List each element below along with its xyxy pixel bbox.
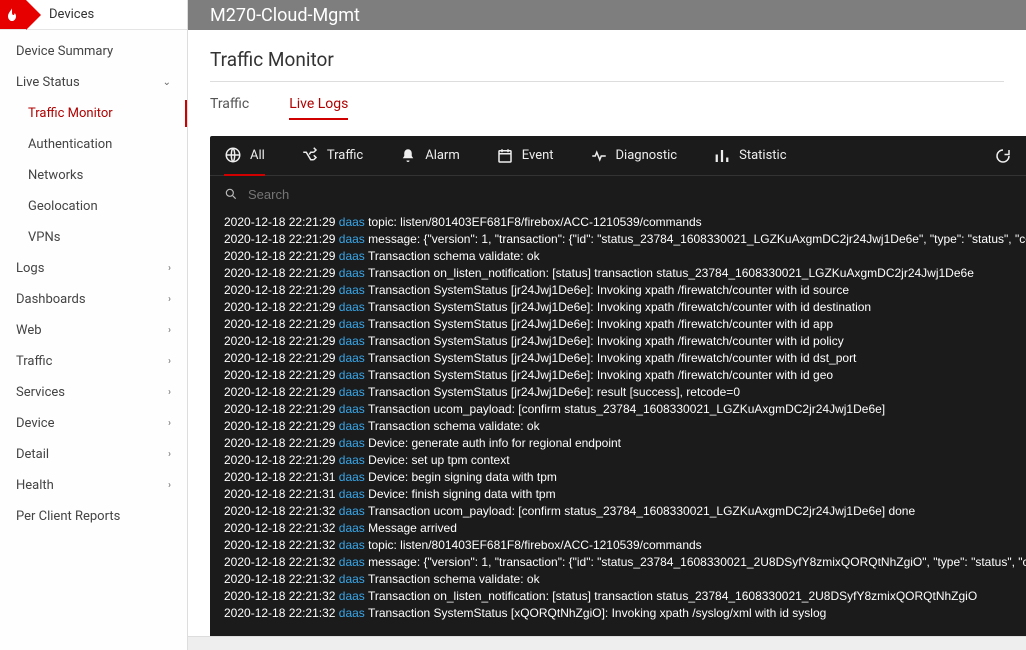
chevron-right-icon: › — [168, 480, 171, 491]
page-title-bar: M270-Cloud-Mgmt — [188, 0, 1026, 30]
nav-device-summary[interactable]: Device Summary — [0, 36, 187, 67]
nav-services[interactable]: Services› — [0, 377, 187, 408]
nav: Device Summary Live Status⌄ Traffic Moni… — [0, 30, 187, 532]
log-line: 2020-12-18 22:21:29 daas Device: generat… — [224, 435, 1026, 452]
log-tab-alarm-label: Alarm — [425, 148, 460, 163]
nav-authentication[interactable]: Authentication — [0, 129, 187, 160]
nav-live-status[interactable]: Live Status⌄ — [0, 67, 187, 98]
log-line: 2020-12-18 22:21:32 daas Transaction Sys… — [224, 605, 1026, 622]
chevron-right-icon: › — [168, 418, 171, 429]
log-tab-traffic-label: Traffic — [327, 148, 363, 163]
log-tab-all-label: All — [250, 148, 265, 163]
log-line: 2020-12-18 22:21:29 daas Transaction Sys… — [224, 333, 1026, 350]
log-tab-statistic-label: Statistic — [739, 148, 786, 163]
log-tab-diagnostic[interactable]: Diagnostic — [590, 137, 678, 175]
nav-geolocation[interactable]: Geolocation — [0, 191, 187, 222]
breadcrumb[interactable]: Devices — [41, 0, 94, 29]
nav-vpns[interactable]: VPNs — [0, 222, 187, 253]
calendar-icon — [496, 147, 514, 165]
sidebar: Devices Device Summary Live Status⌄ Traf… — [0, 0, 188, 650]
bell-icon — [399, 147, 417, 165]
log-search — [210, 176, 1026, 212]
chevron-right-icon: › — [168, 263, 171, 274]
refresh-icon — [994, 147, 1012, 165]
nav-health[interactable]: Health› — [0, 470, 187, 501]
bar-chart-icon — [713, 147, 731, 165]
logo[interactable] — [0, 0, 26, 29]
log-tab-diagnostic-label: Diagnostic — [616, 148, 678, 163]
heartbeat-icon — [590, 147, 608, 165]
log-line: 2020-12-18 22:21:32 daas Transaction sch… — [224, 571, 1026, 588]
log-line: 2020-12-18 22:21:32 daas Message arrived — [224, 520, 1026, 537]
search-input[interactable] — [248, 187, 1012, 202]
log-line: 2020-12-18 22:21:29 daas Transaction on_… — [224, 265, 1026, 282]
log-tab-all[interactable]: All — [224, 136, 265, 176]
log-line: 2020-12-18 22:21:29 daas Transaction Sys… — [224, 384, 1026, 401]
sidebar-top: Devices — [0, 0, 187, 30]
nav-logs[interactable]: Logs› — [0, 253, 187, 284]
chevron-right-icon: › — [168, 294, 171, 305]
log-line: 2020-12-18 22:21:31 daas Device: begin s… — [224, 469, 1026, 486]
log-line: 2020-12-18 22:21:32 daas message: {"vers… — [224, 554, 1026, 571]
nav-dashboards[interactable]: Dashboards› — [0, 284, 187, 315]
chevron-right-icon: › — [168, 325, 171, 336]
tab-live-logs[interactable]: Live Logs — [289, 96, 348, 120]
log-line: 2020-12-18 22:21:29 daas topic: listen/8… — [224, 214, 1026, 231]
log-panel: All Traffic Alarm Event Diagnostic — [210, 136, 1026, 636]
log-line: 2020-12-18 22:21:32 daas Transaction uco… — [224, 503, 1026, 520]
shuffle-icon — [301, 147, 319, 165]
chevron-right-icon: › — [168, 449, 171, 460]
log-line: 2020-12-18 22:21:29 daas Device: set up … — [224, 452, 1026, 469]
log-line: 2020-12-18 22:21:29 daas Transaction Sys… — [224, 299, 1026, 316]
chevron-down-icon: ⌄ — [163, 77, 171, 88]
log-line: 2020-12-18 22:21:29 daas Transaction Sys… — [224, 367, 1026, 384]
chevron-right-icon: › — [168, 356, 171, 367]
log-tab-alarm[interactable]: Alarm — [399, 137, 460, 175]
nav-per-client-reports[interactable]: Per Client Reports — [0, 501, 187, 532]
log-list[interactable]: 2020-12-18 22:21:29 daas topic: listen/8… — [210, 212, 1026, 636]
refresh-button[interactable] — [994, 147, 1012, 169]
log-line: 2020-12-18 22:21:29 daas Transaction Sys… — [224, 316, 1026, 333]
nav-web[interactable]: Web› — [0, 315, 187, 346]
log-tab-statistic[interactable]: Statistic — [713, 137, 786, 175]
nav-detail[interactable]: Detail› — [0, 439, 187, 470]
main: M270-Cloud-Mgmt Traffic Monitor Traffic … — [188, 0, 1026, 650]
page-head: Traffic Monitor — [188, 30, 1026, 82]
flame-icon — [4, 7, 20, 23]
log-tab-traffic[interactable]: Traffic — [301, 137, 363, 175]
log-line: 2020-12-18 22:21:29 daas Transaction Sys… — [224, 282, 1026, 299]
log-filter-tabs: All Traffic Alarm Event Diagnostic — [210, 136, 1026, 176]
bottom-scrollbar[interactable] — [188, 636, 1026, 650]
search-icon — [224, 187, 238, 201]
log-line: 2020-12-18 22:21:32 daas topic: listen/8… — [224, 537, 1026, 554]
nav-traffic[interactable]: Traffic› — [0, 346, 187, 377]
log-line: 2020-12-18 22:21:32 daas Transaction on_… — [224, 588, 1026, 605]
chevron-right-icon: › — [168, 387, 171, 398]
nav-networks[interactable]: Networks — [0, 160, 187, 191]
log-line: 2020-12-18 22:21:29 daas Transaction uco… — [224, 401, 1026, 418]
globe-icon — [224, 146, 242, 164]
content-tabs: Traffic Live Logs — [188, 82, 1026, 120]
log-line: 2020-12-18 22:21:31 daas Device: finish … — [224, 486, 1026, 503]
nav-device[interactable]: Device› — [0, 408, 187, 439]
nav-traffic-monitor[interactable]: Traffic Monitor — [0, 98, 187, 129]
log-line: 2020-12-18 22:21:29 daas Transaction Sys… — [224, 350, 1026, 367]
logo-arrow — [26, 0, 41, 30]
section-title: Traffic Monitor — [210, 48, 1004, 82]
log-line: 2020-12-18 22:21:29 daas Transaction sch… — [224, 418, 1026, 435]
log-tab-event-label: Event — [522, 148, 554, 163]
log-line: 2020-12-18 22:21:29 daas Transaction sch… — [224, 248, 1026, 265]
log-line: 2020-12-18 22:21:29 daas message: {"vers… — [224, 231, 1026, 248]
log-tab-event[interactable]: Event — [496, 137, 554, 175]
tab-traffic[interactable]: Traffic — [210, 96, 249, 120]
